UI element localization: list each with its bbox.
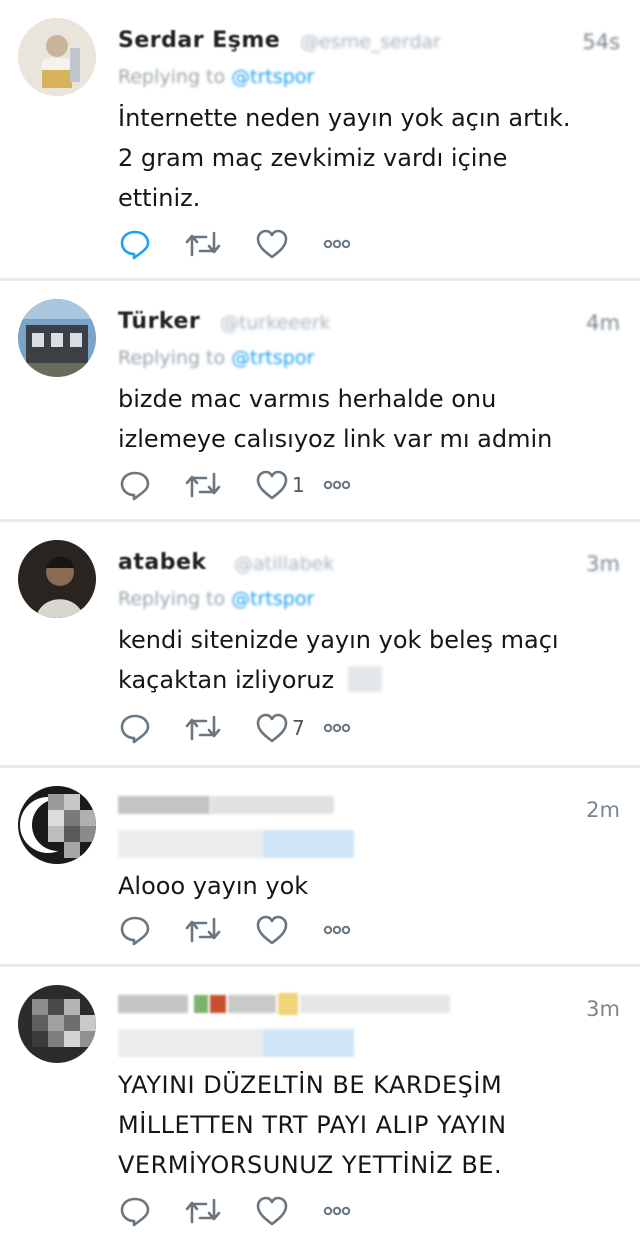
- tweet-5[interactable]: 3m YAYINI DÜZELTİN BE KARDEŞİM MİLLETTEN…: [0, 967, 640, 1240]
- more-button[interactable]: [320, 710, 354, 746]
- more-icon: [323, 1206, 351, 1216]
- display-name[interactable]: Türker: [118, 309, 200, 334]
- user-handle[interactable]: @turkeeerk: [220, 312, 331, 334]
- like-icon: [256, 470, 288, 500]
- reply-button[interactable]: [118, 226, 152, 262]
- like-button[interactable]: [254, 226, 292, 262]
- more-icon: [323, 925, 351, 935]
- reply-icon: [120, 230, 150, 260]
- avatar[interactable]: [18, 540, 96, 618]
- tweet-text: kendi sitenizde yayın yok beleş maçı kaç…: [118, 626, 559, 694]
- tweet-3[interactable]: atabek @atillabek 3m Replying to @trtspo…: [0, 522, 640, 765]
- pixelated-name: [118, 995, 188, 1013]
- more-button[interactable]: [320, 467, 354, 503]
- pixelated-header: 2m: [118, 790, 620, 826]
- avatar[interactable]: [18, 299, 96, 377]
- reply-button[interactable]: [118, 467, 152, 503]
- like-count: 1: [292, 473, 305, 497]
- timestamp[interactable]: 3m: [586, 552, 620, 576]
- retweet-button[interactable]: [184, 226, 222, 262]
- like-icon: [256, 1196, 288, 1226]
- replying-to: Replying to @trtspor: [118, 347, 315, 369]
- more-icon: [323, 723, 351, 733]
- like-icon: [256, 713, 288, 743]
- pixelated-replying-to: [118, 830, 262, 858]
- display-name[interactable]: Serdar Eşme: [118, 28, 280, 53]
- like-button[interactable]: 7: [254, 710, 305, 746]
- retweet-icon: [185, 917, 221, 943]
- like-icon: [256, 229, 288, 259]
- tweet-actions: 1: [118, 467, 418, 503]
- mention-link[interactable]: @trtspor: [231, 347, 314, 369]
- tweet-text: Alooo yayın yok: [118, 872, 309, 900]
- avatar[interactable]: [18, 786, 96, 864]
- tweet-actions: [118, 1193, 418, 1229]
- reply-button[interactable]: [118, 710, 152, 746]
- reply-icon: [120, 916, 150, 946]
- reply-icon: [120, 1197, 150, 1227]
- reply-feed: Serdar Eşme @esme_serdar 54s Replying to…: [0, 0, 640, 1240]
- pixelated-name: [118, 796, 210, 814]
- pixelated-header: 3m: [118, 989, 620, 1025]
- tweet-text: İnternette neden yayın yok açın artık. 2…: [118, 104, 571, 212]
- tweet-actions: [118, 912, 418, 948]
- replying-to: Replying to @trtspor: [118, 588, 315, 610]
- avatar[interactable]: [18, 18, 96, 96]
- retweet-icon: [185, 1198, 221, 1224]
- mention-link[interactable]: @trtspor: [231, 66, 314, 88]
- reply-icon: [120, 471, 150, 501]
- retweet-button[interactable]: [184, 912, 222, 948]
- more-button[interactable]: [320, 1193, 354, 1229]
- pixelated-replying-to: [118, 1029, 262, 1057]
- timestamp[interactable]: 2m: [586, 798, 620, 822]
- retweet-button[interactable]: [184, 710, 222, 746]
- tweet-actions: [118, 226, 418, 262]
- timestamp[interactable]: 54s: [582, 30, 620, 54]
- retweet-button[interactable]: [184, 467, 222, 503]
- timestamp[interactable]: 3m: [586, 997, 620, 1021]
- reply-icon: [120, 714, 150, 744]
- tweet-actions: 7: [118, 710, 418, 746]
- tweet-2[interactable]: Türker @turkeeerk 4m Replying to @trtspo…: [0, 281, 640, 519]
- more-icon: [323, 480, 351, 490]
- more-icon: [323, 239, 351, 249]
- reply-button[interactable]: [118, 1193, 152, 1229]
- display-name[interactable]: atabek: [118, 550, 207, 575]
- retweet-button[interactable]: [184, 1193, 222, 1229]
- tweet-text: YAYINI DÜZELTİN BE KARDEŞİM MİLLETTEN TR…: [118, 1071, 507, 1179]
- replying-to: Replying to @trtspor: [118, 66, 315, 88]
- mention-link[interactable]: @trtspor: [231, 588, 314, 610]
- like-icon: [256, 915, 288, 945]
- avatar[interactable]: [18, 985, 96, 1063]
- more-button[interactable]: [320, 226, 354, 262]
- user-handle[interactable]: @atillabek: [234, 553, 334, 575]
- like-button[interactable]: [254, 1193, 292, 1229]
- like-button[interactable]: [254, 912, 292, 948]
- more-button[interactable]: [320, 912, 354, 948]
- retweet-icon: [185, 231, 221, 257]
- user-handle[interactable]: @esme_serdar: [300, 31, 441, 53]
- retweet-icon: [185, 715, 221, 741]
- emoji: [348, 666, 383, 692]
- like-count: 7: [292, 716, 305, 740]
- like-button[interactable]: 1: [254, 467, 305, 503]
- tweet-text: bizde mac varmıs herhalde onu izlemeye c…: [118, 385, 553, 453]
- timestamp[interactable]: 4m: [586, 311, 620, 335]
- tweet-4[interactable]: 2m Alooo yayın yok: [0, 768, 640, 964]
- retweet-icon: [185, 472, 221, 498]
- tweet-1[interactable]: Serdar Eşme @esme_serdar 54s Replying to…: [0, 0, 640, 278]
- reply-button[interactable]: [118, 912, 152, 948]
